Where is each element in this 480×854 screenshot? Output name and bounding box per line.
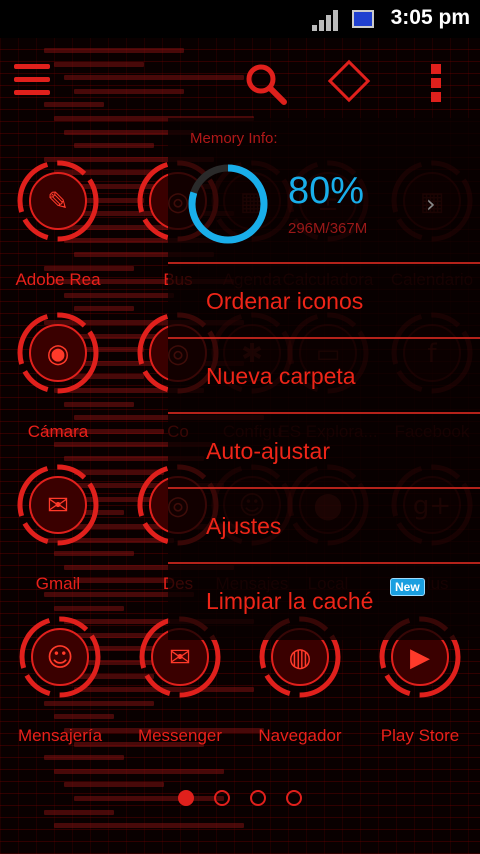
chevron-right-icon[interactable]: › [426, 190, 436, 218]
menu-item-label: Ajustes [206, 513, 282, 539]
menu-item-label: Ordenar iconos [206, 288, 364, 314]
svg-text:◍: ◍ [289, 643, 312, 673]
app-label: Mensajería [17, 726, 103, 745]
menu-item-label: Auto-ajustar [206, 438, 331, 464]
menu-item-nueva-carpeta[interactable]: Nueva carpeta [168, 337, 480, 412]
status-time: 3:05 pm [390, 6, 470, 29]
svg-text:☺: ☺ [46, 643, 73, 673]
svg-text:✎: ✎ [47, 187, 69, 217]
code-line [74, 143, 154, 149]
battery-icon [352, 10, 374, 28]
svg-text:◉: ◉ [47, 339, 70, 369]
menu-item-label: Nueva carpeta [206, 363, 356, 389]
app-label: Cámara [27, 422, 89, 441]
app-label: Navegador [258, 726, 342, 745]
app-label: Gmail [35, 574, 81, 593]
camera-icon: ◉ [17, 312, 99, 394]
memory-percent: 80% [288, 170, 365, 212]
gmail-icon: ✉ [17, 464, 99, 546]
code-line [44, 755, 124, 761]
page-dot[interactable] [250, 790, 266, 806]
search-icon[interactable] [242, 60, 288, 106]
code-line [74, 88, 184, 94]
menu-item-auto-ajustar[interactable]: Auto-ajustar [168, 412, 480, 487]
status-bar: 3:05 pm [0, 0, 480, 38]
code-line [74, 796, 224, 801]
page-dot[interactable] [178, 790, 194, 806]
code-line [54, 768, 224, 774]
svg-text:▶: ▶ [410, 643, 430, 673]
page-dot[interactable] [214, 790, 230, 806]
menu-item-ordenar-iconos[interactable]: Ordenar iconos [168, 262, 480, 337]
page-dot[interactable] [286, 790, 302, 806]
code-line [64, 782, 164, 788]
memory-usage: 296M/367M [288, 220, 368, 237]
menu-item-label: Limpiar la caché [206, 588, 374, 614]
signal-icon [312, 9, 338, 31]
svg-text:✉: ✉ [47, 491, 69, 521]
app-label: Play Store [380, 726, 460, 745]
svg-text:✉: ✉ [169, 643, 191, 673]
chat-icon: ☺ [19, 616, 101, 698]
menu-icon[interactable] [14, 64, 50, 96]
menu-item-ajustes[interactable]: Ajustes [168, 487, 480, 562]
code-line [44, 809, 114, 815]
app-label: Messenger [137, 726, 223, 745]
app-adobe-rea[interactable]: ✎ Adobe Rea [0, 158, 118, 298]
code-line [44, 48, 184, 53]
menu-item-limpiar-la-cach-[interactable]: Limpiar la caché New [168, 562, 480, 637]
code-line [64, 75, 244, 81]
code-line [44, 102, 104, 108]
acrobat-icon: ✎ [17, 160, 99, 242]
app-label: Adobe Rea [15, 270, 101, 289]
app-gmail[interactable]: ✉ Gmail [0, 462, 118, 602]
memory-gauge [188, 164, 268, 244]
memory-title: Memory Info: [190, 130, 278, 147]
more-icon[interactable] [431, 64, 443, 102]
new-badge: New [390, 578, 425, 596]
app-mensajería[interactable]: ☺ Mensajería [0, 614, 120, 754]
code-line [54, 605, 124, 611]
app-cámara[interactable]: ◉ Cámara [0, 310, 118, 450]
code-line [54, 61, 144, 67]
launcher-menu: Memory Info: 80% 296M/367M › Ordenar ico… [168, 118, 480, 640]
code-line [54, 823, 244, 829]
